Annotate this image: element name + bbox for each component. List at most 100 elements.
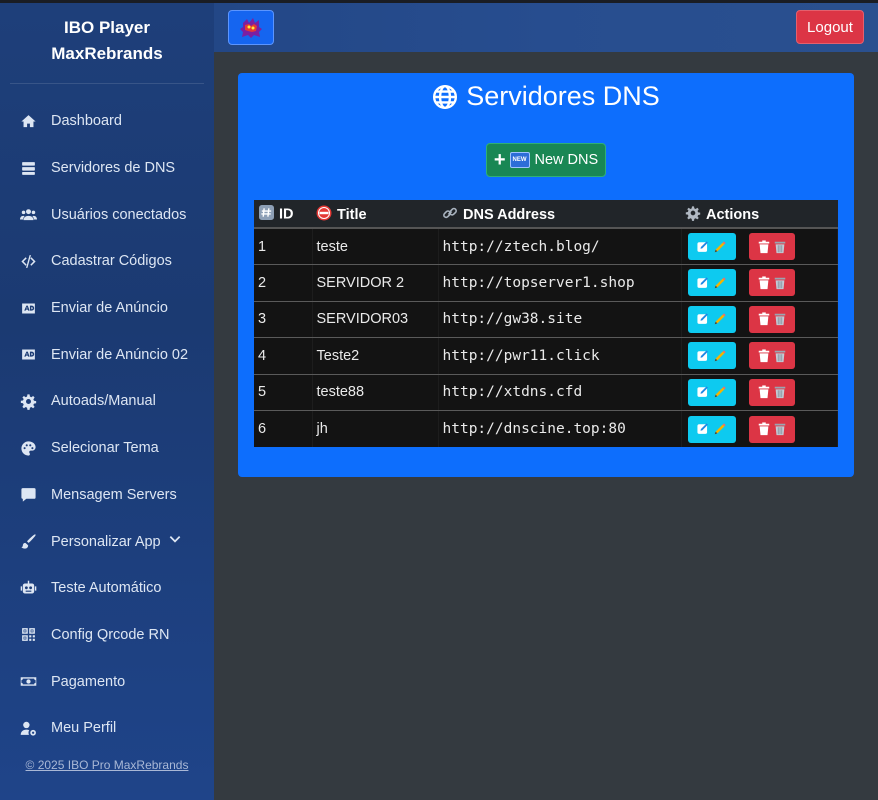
edit-icon: [696, 423, 708, 434]
sidebar-item-label: Autoads/Manual: [51, 393, 156, 410]
table-header-row: ID Title DNS Address Actions: [254, 200, 838, 229]
sidebar-item-select-theme[interactable]: Selecionar Tema: [0, 425, 214, 472]
cell-dns: http://dnscine.top:80: [438, 410, 682, 447]
sidebar-item-send-ad-02[interactable]: Enviar de Anúncio 02: [0, 331, 214, 378]
column-header-dns[interactable]: DNS Address: [438, 200, 681, 229]
sidebar-item-automatic-test[interactable]: Teste Automático: [0, 565, 214, 612]
cell-actions: [681, 410, 838, 447]
table-row: 2 SERVIDOR 2 http://topserver1.shop: [254, 264, 838, 302]
dns-servers-card: Servidores DNS + NEW New DNS ID Title DN…: [238, 73, 854, 477]
cell-dns: http://topserver1.shop: [438, 264, 682, 302]
cell-id: 4: [254, 337, 313, 375]
cell-title: jh: [312, 410, 439, 447]
no-entry-icon: [316, 205, 332, 221]
column-header-title-label: Title: [337, 206, 367, 223]
sidebar-item-label: Cadastrar Códigos: [51, 253, 172, 270]
table-row: 1 teste http://ztech.blog/: [254, 228, 838, 265]
column-header-id[interactable]: ID: [254, 200, 312, 229]
cell-actions: [681, 301, 838, 338]
pencil-icon: [714, 423, 726, 435]
cell-actions: [681, 374, 838, 411]
server-icon: [18, 160, 38, 176]
plus-icon: +: [493, 149, 506, 171]
wastebasket-icon: [774, 241, 785, 253]
edit-icon: [696, 313, 708, 325]
footer-copyright-link[interactable]: © 2025 IBO Pro MaxRebrands: [0, 758, 214, 772]
qrcode-icon: [18, 627, 38, 643]
edit-icon: [696, 240, 708, 252]
sidebar-item-label: Enviar de Anúncio: [51, 300, 168, 317]
sidebar-item-server-messages[interactable]: Mensagem Servers: [0, 472, 214, 519]
new-dns-button[interactable]: + NEW New DNS: [486, 143, 606, 177]
money-icon: [18, 674, 38, 690]
sidebar-item-dashboard[interactable]: Dashboard: [0, 98, 214, 145]
brand[interactable]: IBO Player MaxRebrands: [0, 3, 214, 83]
column-header-actions-label: Actions: [706, 206, 760, 223]
column-header-title[interactable]: Title: [312, 200, 438, 229]
delete-button[interactable]: [748, 233, 795, 260]
edit-icon: [696, 386, 708, 398]
page-title: Servidores DNS: [238, 81, 854, 112]
dns-table: ID Title DNS Address Actions 1 teste htt…: [254, 200, 838, 447]
sidebar-item-label: Personalizar App: [51, 533, 161, 550]
edit-button[interactable]: [687, 305, 736, 333]
globe-icon: [433, 84, 458, 109]
pencil-icon: [714, 350, 726, 361]
column-header-actions[interactable]: Actions: [681, 200, 838, 229]
sidebar-item-autoads[interactable]: Autoads/Manual: [0, 378, 214, 425]
edit-button[interactable]: [687, 342, 736, 370]
robot-icon: [18, 580, 38, 596]
cell-id: 3: [254, 301, 313, 338]
sidebar-item-payment[interactable]: Pagamento: [0, 658, 214, 705]
sidebar-item-label: Meu Perfil: [51, 720, 117, 737]
sidebar-item-register-codes[interactable]: Cadastrar Códigos: [0, 238, 214, 285]
cell-id: 2: [254, 264, 313, 302]
divider: [10, 83, 204, 84]
trash-icon: [758, 385, 769, 399]
link-icon: [442, 205, 458, 221]
ad-icon: [18, 347, 38, 363]
cell-id: 6: [254, 410, 313, 447]
home-icon: [18, 113, 38, 129]
hash-icon: [258, 205, 274, 221]
sidebar-item-connected-users[interactable]: Usuários conectados: [0, 191, 214, 238]
cell-dns: http://xtdns.cfd: [438, 374, 682, 411]
delete-button[interactable]: [748, 378, 795, 406]
trash-icon: [758, 239, 769, 253]
cell-title: SERVIDOR 2: [312, 264, 439, 302]
cell-title: teste88: [312, 374, 439, 411]
sidebar-item-customize-app[interactable]: Personalizar App: [0, 518, 214, 565]
sidebar-item-qrcode-config[interactable]: Config Qrcode RN: [0, 612, 214, 659]
delete-button[interactable]: [748, 342, 795, 370]
logo-button[interactable]: [228, 10, 274, 45]
sidebar-item-label: Teste Automático: [51, 580, 162, 597]
chevron-down-icon[interactable]: [168, 532, 182, 550]
sidebar-item-label: Mensagem Servers: [51, 486, 177, 503]
sidebar-item-send-ad[interactable]: Enviar de Anúncio: [0, 285, 214, 332]
delete-button[interactable]: [748, 305, 795, 333]
users-icon: [18, 207, 38, 223]
logout-button[interactable]: Logout: [796, 10, 864, 44]
delete-button[interactable]: [748, 415, 795, 443]
wastebasket-icon: [774, 423, 785, 436]
edit-button[interactable]: [687, 233, 736, 260]
sidebar-nav: Dashboard Servidores de DNS Usuários con…: [0, 98, 214, 752]
cell-title: SERVIDOR03: [312, 301, 439, 338]
gear-icon: [18, 393, 38, 410]
cell-actions: [681, 228, 838, 265]
table-row: 6 jh http://dnscine.top:80: [254, 410, 838, 447]
edit-button[interactable]: [687, 415, 736, 443]
sidebar-item-dns-servers[interactable]: Servidores de DNS: [0, 145, 214, 192]
table-row: 5 teste88 http://xtdns.cfd: [254, 374, 838, 411]
cell-dns: http://ztech.blog/: [438, 228, 682, 265]
sidebar-item-my-profile[interactable]: Meu Perfil: [0, 705, 214, 752]
table-row: 3 SERVIDOR03 http://gw38.site: [254, 301, 838, 338]
sidebar-item-label: Enviar de Anúncio 02: [51, 346, 189, 363]
brand-line-1: IBO Player: [64, 18, 150, 37]
ad-icon: [18, 300, 38, 316]
edit-button[interactable]: [687, 269, 736, 297]
edit-button[interactable]: [687, 378, 736, 406]
delete-button[interactable]: [748, 269, 795, 297]
table-row: 4 Teste2 http://pwr11.click: [254, 337, 838, 375]
gear-icon: [685, 205, 701, 221]
